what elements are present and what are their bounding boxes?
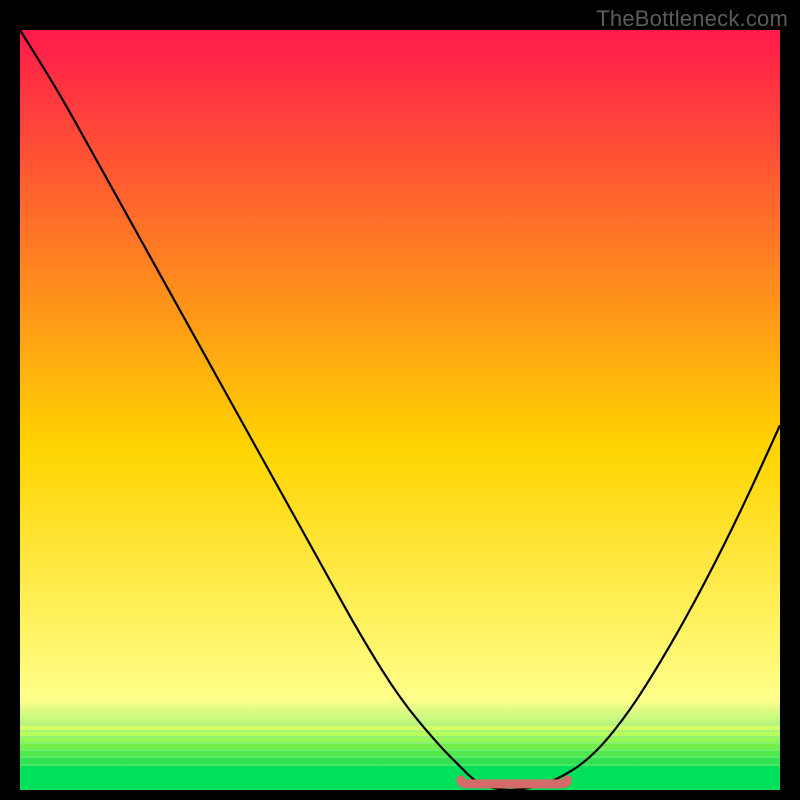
chart-frame <box>20 30 780 790</box>
bottleneck-chart <box>20 30 780 790</box>
green-bands <box>20 726 780 790</box>
optimal-region-marker <box>461 780 567 784</box>
watermark-text: TheBottleneck.com <box>596 6 788 32</box>
chart-background <box>20 30 780 790</box>
